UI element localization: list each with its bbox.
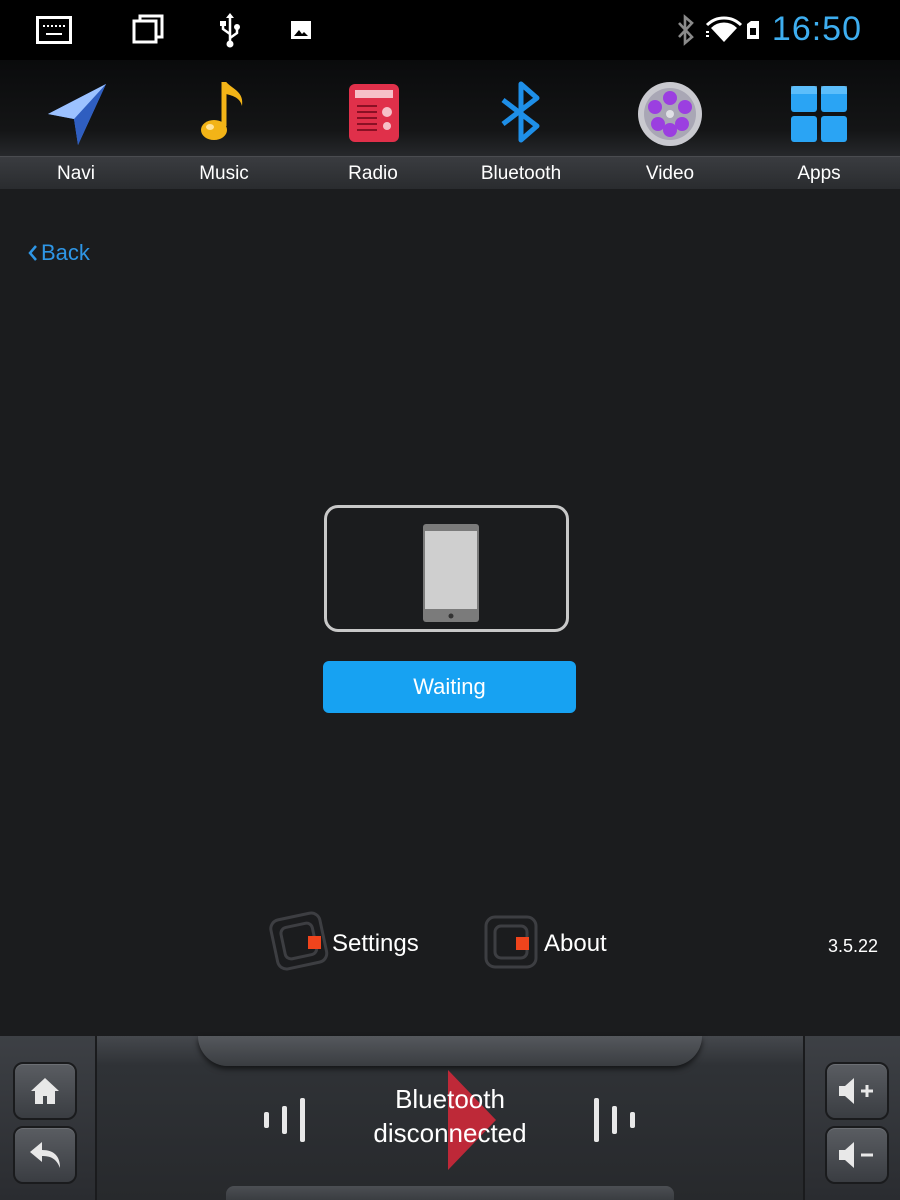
next-track-icon[interactable] xyxy=(592,1096,640,1144)
app-apps[interactable]: Apps xyxy=(744,70,894,188)
music-note-icon xyxy=(201,82,243,140)
app-video[interactable]: Video xyxy=(595,70,745,188)
clock: 16:50 xyxy=(771,10,862,48)
dock-right-panel xyxy=(803,1036,900,1200)
settings-button[interactable]: Settings xyxy=(266,910,436,974)
about-icon xyxy=(484,915,538,969)
app-music[interactable]: Music xyxy=(149,70,299,188)
volume-up-icon xyxy=(839,1078,873,1104)
app-label: Radio xyxy=(348,163,398,184)
back-button[interactable]: Back xyxy=(28,240,90,266)
return-icon xyxy=(30,1142,60,1168)
radio-icon xyxy=(349,84,399,142)
usb-icon xyxy=(218,12,242,53)
app-radio[interactable]: Radio xyxy=(298,70,448,188)
volume-down-button[interactable] xyxy=(825,1126,889,1184)
version-label: 3.5.22 xyxy=(827,936,878,956)
film-reel-icon xyxy=(638,82,702,146)
bluetooth-status-line2: disconnected xyxy=(373,1118,527,1148)
home-button[interactable] xyxy=(13,1062,77,1120)
recent-apps-icon[interactable] xyxy=(132,14,164,49)
app-navi[interactable]: Navi xyxy=(1,70,151,188)
app-bluetooth[interactable]: Bluetooth xyxy=(446,70,596,188)
phone-icon xyxy=(423,524,479,622)
return-button[interactable] xyxy=(13,1126,77,1184)
dock-top-rail xyxy=(198,1036,702,1066)
settings-label: Settings xyxy=(332,930,419,957)
status-bar: 16:50 xyxy=(0,0,900,60)
wifi-icon xyxy=(704,14,744,51)
back-label: Back xyxy=(41,240,90,265)
home-icon xyxy=(31,1078,59,1104)
app-label: Bluetooth xyxy=(480,163,562,184)
about-button[interactable]: About xyxy=(482,910,622,974)
app-label: Video xyxy=(645,163,695,184)
app-launcher: Navi Music Radio Bluetooth Video Apps xyxy=(0,60,900,189)
bluetooth-icon xyxy=(501,81,540,143)
waiting-button[interactable]: Waiting xyxy=(323,661,576,713)
dock-bottom-rail xyxy=(226,1186,674,1200)
bluetooth-status-line1: Bluetooth xyxy=(395,1084,505,1114)
app-label: Music xyxy=(199,163,249,184)
image-icon xyxy=(290,20,312,45)
app-label: Navi xyxy=(56,163,95,184)
about-label: About xyxy=(544,930,607,957)
app-grid-icon xyxy=(791,86,847,142)
device-frame xyxy=(324,505,569,632)
previous-track-icon[interactable] xyxy=(262,1096,310,1144)
bluetooth-icon xyxy=(676,14,696,51)
keyboard-icon[interactable] xyxy=(36,16,72,49)
settings-icon xyxy=(269,911,329,971)
chevron-left-icon xyxy=(28,245,37,261)
sim-icon xyxy=(746,20,760,45)
navigation-arrow-icon xyxy=(48,84,106,145)
dock-left-panel xyxy=(0,1036,97,1200)
app-label: Apps xyxy=(797,163,841,184)
volume-up-button[interactable] xyxy=(825,1062,889,1120)
volume-down-icon xyxy=(839,1142,873,1168)
bluetooth-status-text: Bluetooth disconnected xyxy=(350,1082,550,1150)
